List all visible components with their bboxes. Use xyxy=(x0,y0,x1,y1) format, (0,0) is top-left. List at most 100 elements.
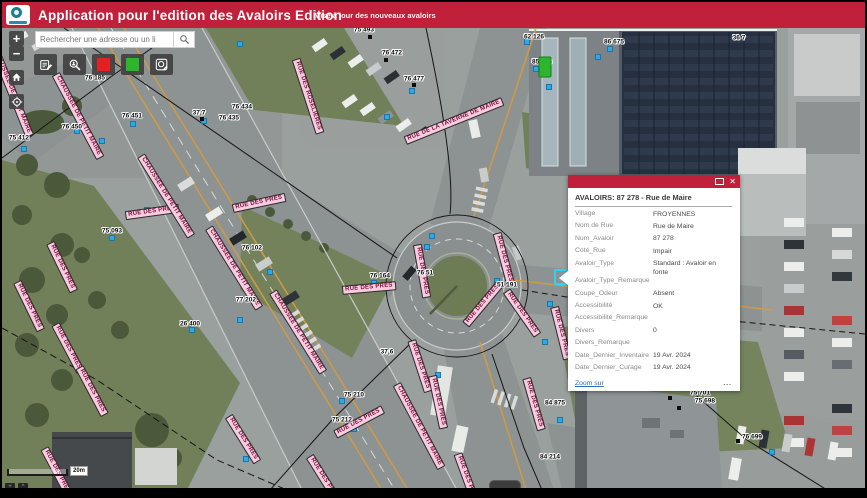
app-logo-icon xyxy=(6,5,30,25)
popup-field-row: Divers_Remarque xyxy=(575,339,732,351)
popup-field-row: Coupe_OdeurAbsent xyxy=(575,290,732,302)
popup-field-label: Date_Dernier_Curage xyxy=(575,364,653,371)
avaloir-point[interactable] xyxy=(244,457,248,461)
avaloir-point[interactable] xyxy=(534,67,538,71)
green-feature-marker[interactable] xyxy=(539,57,552,78)
app-window: Application pour l'edition des Avaloirs … xyxy=(0,0,867,498)
avaloir-point[interactable] xyxy=(558,418,562,422)
popup-field-row: Date_Dernier_Inventaire19 Avr. 2024 xyxy=(575,352,732,364)
attribution-toggle[interactable] xyxy=(489,480,521,488)
avaloir-point[interactable] xyxy=(385,115,389,119)
zoom-in-button[interactable]: + xyxy=(9,31,24,46)
avaloir-point[interactable] xyxy=(608,47,612,51)
avaloir-point[interactable] xyxy=(543,340,547,344)
locate-button[interactable] xyxy=(9,94,24,109)
popup-field-row: Coté_RueImpair xyxy=(575,247,732,259)
collapse-mini-icon[interactable]: ^ xyxy=(18,483,28,488)
avaloir-point[interactable] xyxy=(238,42,242,46)
popup-field-row: Date_Dernier_Curage19 Avr. 2024 xyxy=(575,364,732,376)
popup-field-value: Standard : Avaloir en fonte xyxy=(653,260,732,278)
edit-settings-widget-button[interactable] xyxy=(150,54,173,75)
avaloir-point[interactable] xyxy=(384,58,388,62)
popup-field-row: Avaloir_TypeStandard : Avaloir en fonte xyxy=(575,260,732,278)
popup-field-row: Num_Avaloir87 278 xyxy=(575,235,732,247)
widget-toolbar xyxy=(34,54,173,75)
avaloir-point[interactable] xyxy=(596,55,600,59)
popup-field-value: 87 278 xyxy=(653,235,674,244)
popup-field-label: Accessibilité xyxy=(575,302,653,309)
search-input[interactable] xyxy=(35,31,173,48)
avaloir-point[interactable] xyxy=(131,122,135,126)
popup-field-label: Divers_Remarque xyxy=(575,339,653,346)
scalebar-line xyxy=(7,469,68,476)
popup-field-label: Coté_Rue xyxy=(575,247,653,254)
search-box xyxy=(35,31,195,48)
scalebar: 20m xyxy=(7,466,88,476)
avaloir-point[interactable] xyxy=(736,439,740,443)
popup-titlebar[interactable]: ✕ xyxy=(568,175,740,188)
avaloir-point[interactable] xyxy=(268,270,272,274)
popup-pointer xyxy=(559,271,568,285)
query-widget-button[interactable] xyxy=(63,54,86,75)
avaloir-point[interactable] xyxy=(495,279,499,283)
attribution-icons: + ^ xyxy=(5,483,28,488)
avaloir-point[interactable] xyxy=(430,234,434,238)
maximize-icon[interactable] xyxy=(715,178,724,185)
green-symbol-button[interactable] xyxy=(121,54,144,75)
zoom-out-button[interactable]: − xyxy=(9,46,24,61)
home-button[interactable] xyxy=(9,70,24,85)
popup-field-label: Num_Avaloir xyxy=(575,235,653,242)
avaloir-point[interactable] xyxy=(340,399,344,403)
popup-field-label: Avaloir_Type_Remarque xyxy=(575,277,653,284)
close-icon[interactable]: ✕ xyxy=(729,178,736,186)
avaloir-point[interactable] xyxy=(238,318,242,322)
avaloir-point[interactable] xyxy=(75,129,79,133)
popup-title: AVALOIRS: 87 278 - Rue de Maire xyxy=(575,193,732,207)
avaloir-point[interactable] xyxy=(22,147,26,151)
green-square-icon xyxy=(126,58,139,71)
popup-field-value: Rue de Maire xyxy=(653,222,694,231)
popup-field-label: Divers xyxy=(575,327,653,334)
avaloir-point[interactable] xyxy=(200,117,204,121)
more-options-button[interactable]: ... xyxy=(723,380,732,387)
avaloir-point[interactable] xyxy=(372,281,376,285)
avaloir-point[interactable] xyxy=(525,40,529,44)
avaloir-point[interactable] xyxy=(547,85,551,89)
popup-field-label: Village xyxy=(575,210,653,217)
avaloir-point[interactable] xyxy=(412,83,416,87)
map-canvas[interactable]: CHAUSSÉE DE PETIT MAIRECHAUSSÉE DE PETIT… xyxy=(2,28,865,488)
popup-field-label: Date_Dernier_Inventaire xyxy=(575,352,653,359)
avaloir-point[interactable] xyxy=(352,427,356,431)
header-menu-link[interactable]: Mise à jour des nouveaux avaloirs xyxy=(314,11,436,20)
avaloir-point[interactable] xyxy=(145,208,149,212)
avaloir-point[interactable] xyxy=(548,302,552,306)
search-button[interactable] xyxy=(173,31,195,48)
popup-field-label: Accessibilité_Remarque xyxy=(575,314,653,321)
scalebar-label: 20m xyxy=(70,466,88,476)
popup-field-row: Divers0 xyxy=(575,327,732,339)
popup-field-value: Impair xyxy=(653,247,672,256)
popup-field-row: Accessibilité_Remarque xyxy=(575,314,732,326)
avaloir-point[interactable] xyxy=(436,373,440,377)
avaloir-point[interactable] xyxy=(368,35,372,39)
popup-field-value: 19 Avr. 2024 xyxy=(653,352,691,361)
avaloir-point[interactable] xyxy=(770,450,774,454)
edit-note-icon xyxy=(39,58,53,72)
popup-field-label: Coupe_Odeur xyxy=(575,290,653,297)
popup-field-value: OK xyxy=(653,302,663,311)
avaloir-point[interactable] xyxy=(668,396,672,400)
popup-field-value: 19 Avr. 2024 xyxy=(653,364,691,373)
avaloir-point[interactable] xyxy=(110,236,114,240)
red-symbol-button[interactable] xyxy=(92,54,115,75)
avaloir-point[interactable] xyxy=(410,89,414,93)
avaloir-point[interactable] xyxy=(100,139,104,143)
app-header: Application pour l'edition des Avaloirs … xyxy=(2,2,865,28)
popup-field-row: AccessibilitéOK xyxy=(575,302,732,314)
avaloir-point[interactable] xyxy=(425,245,429,249)
edit-note-widget-button[interactable] xyxy=(34,54,57,75)
plus-mini-icon[interactable]: + xyxy=(5,483,15,488)
avaloir-point[interactable] xyxy=(677,406,681,410)
avaloir-point[interactable] xyxy=(190,328,194,332)
popup-field-row: Avaloir_Type_Remarque xyxy=(575,277,732,289)
zoom-to-link[interactable]: Zoom sur xyxy=(575,380,604,387)
